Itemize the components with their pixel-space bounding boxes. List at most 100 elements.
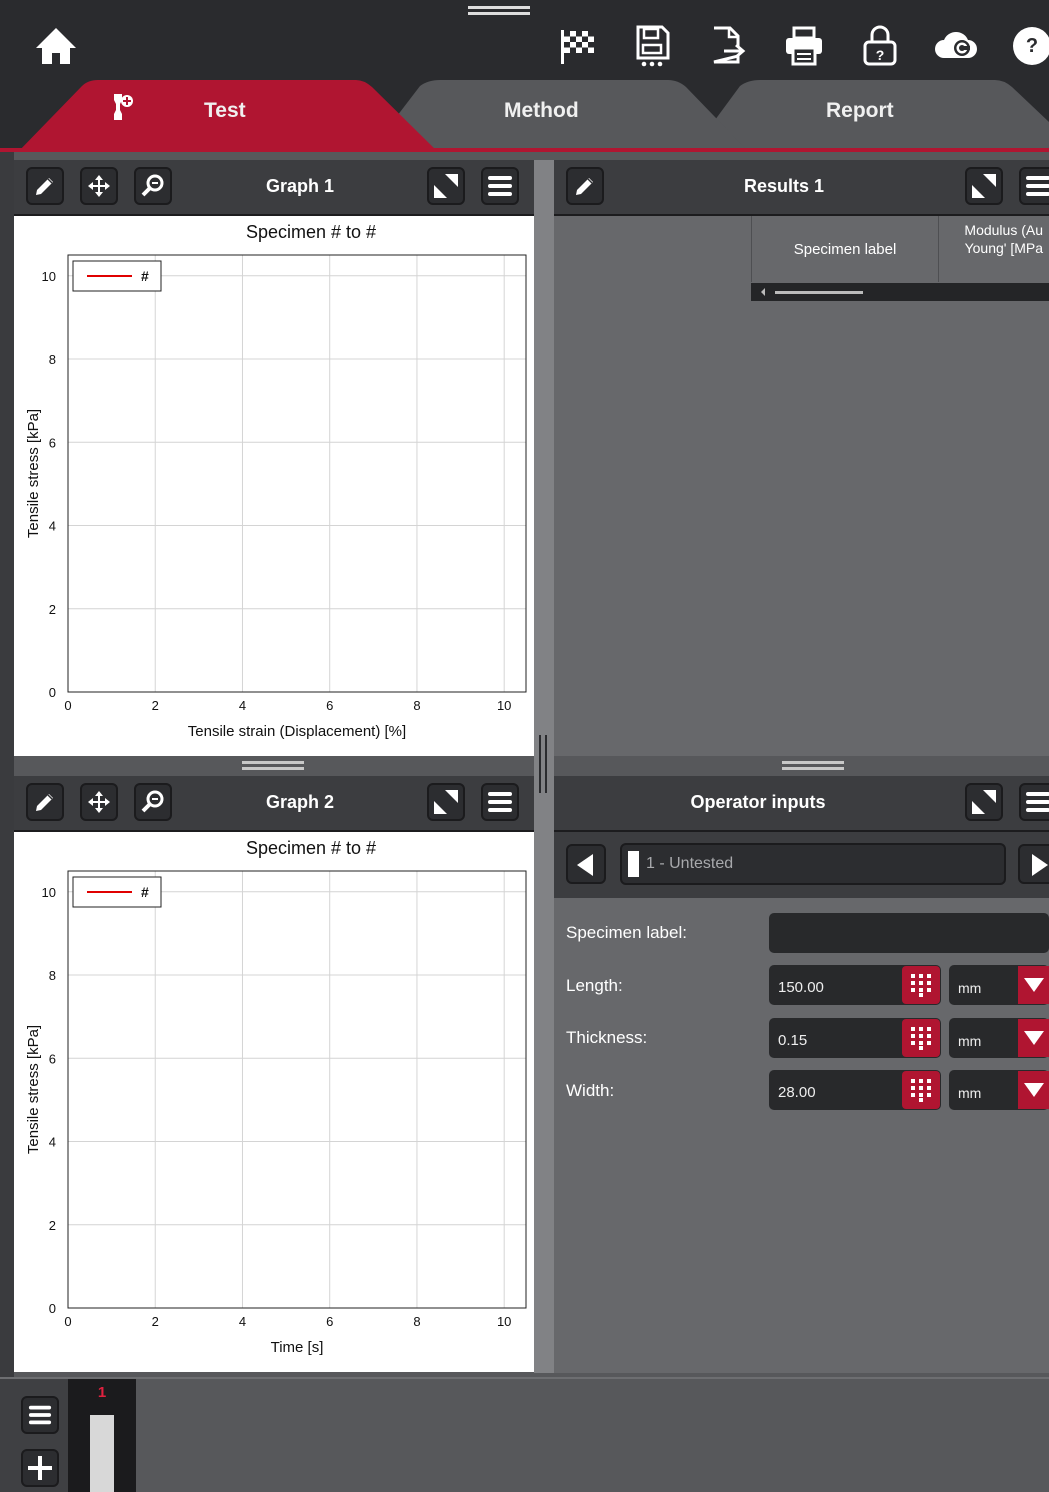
chart-title: Specimen # to # [246, 222, 376, 242]
specimen-progress-bar [90, 1415, 114, 1492]
legend-label: # [141, 884, 149, 900]
help-icon[interactable]: ? [1010, 24, 1049, 68]
length-unit-dropdown-icon[interactable] [1018, 966, 1049, 1004]
keypad-icon [911, 1027, 931, 1050]
operator-header: Operator inputs [554, 776, 1049, 832]
x-tick-label: 8 [413, 698, 420, 713]
graph1-plot-area[interactable]: Specimen # to # 0 2 4 6 8 10 0 2 4 6 8 10 Tensile str… [14, 216, 534, 756]
specimen-strip-menu-button[interactable] [21, 1396, 59, 1434]
graph2-pan-button[interactable] [80, 783, 118, 821]
maximize-icon [434, 790, 458, 814]
legend-label: # [141, 268, 149, 284]
specimen-selector-text: 1 - Untested [646, 855, 734, 872]
hamburger-menu-icon [1026, 176, 1049, 196]
maximize-icon [972, 174, 996, 198]
y-axis-label: Tensile stress [kPa] [25, 409, 42, 538]
results-col-modulus[interactable]: Modulus (Au Young' [MPa [939, 220, 1049, 280]
operator-title: Operator inputs [690, 792, 826, 812]
results-splitter[interactable] [554, 756, 1049, 774]
y-tick-label: 6 [49, 1051, 56, 1066]
operator-maximize-button[interactable] [965, 783, 1003, 821]
zoom-icon [141, 790, 164, 813]
graph2-maximize-button[interactable] [427, 783, 465, 821]
x-tick-label: 10 [497, 1314, 511, 1329]
thickness-unit-dropdown-icon[interactable] [1018, 1019, 1049, 1057]
hamburger-menu-icon [1026, 792, 1049, 812]
operator-menu-button[interactable] [1019, 783, 1049, 821]
graph1-edit-button[interactable] [26, 167, 64, 205]
results-maximize-button[interactable] [965, 167, 1003, 205]
graph1-title: Graph 1 [265, 176, 335, 196]
home-icon[interactable] [34, 24, 78, 68]
graph1-splitter[interactable] [14, 756, 534, 774]
graph2-header: Graph 2 [14, 776, 534, 832]
add-specimen-button[interactable] [21, 1449, 59, 1487]
results-col-blank [554, 216, 750, 282]
plot-frame [67, 254, 527, 693]
hamburger-menu-icon [28, 1405, 52, 1425]
pencil-icon [576, 178, 593, 195]
graph2-chart: Specimen # to # 0 2 4 6 8 10 0 2 4 6 8 10 Time [s] Ten… [25, 838, 527, 1356]
graph1-maximize-button[interactable] [427, 167, 465, 205]
print-icon[interactable] [782, 24, 826, 68]
specimen-label-field[interactable] [769, 913, 1049, 953]
x-tick-label: 2 [152, 698, 159, 713]
x-tick-label: 10 [497, 698, 511, 713]
thickness-label: Thickness: [566, 1028, 648, 1047]
tab-method[interactable]: Method [440, 78, 680, 148]
hamburger-menu-icon [488, 176, 512, 196]
results-hscroll[interactable] [751, 283, 1049, 301]
left-edge-strip [0, 152, 14, 1377]
width-unit-dropdown-icon[interactable] [1018, 1071, 1049, 1109]
y-tick-label: 8 [49, 968, 56, 983]
x-tick-label: 6 [326, 1314, 333, 1329]
plot-frame [67, 870, 527, 1309]
results-menu-button[interactable] [1019, 167, 1049, 205]
graph1-zoom-button[interactable] [134, 167, 172, 205]
tab-test[interactable]: Test [90, 78, 370, 148]
graph1-header: Graph 1 [14, 160, 534, 216]
save-icon[interactable] [630, 24, 674, 68]
thickness-keypad-button[interactable] [902, 1019, 940, 1057]
results-hscroll-thumb[interactable] [775, 291, 863, 294]
finish-flag-icon[interactable] [556, 24, 600, 68]
results-col-specimen-label[interactable]: Specimen label [751, 216, 939, 282]
pencil-icon [36, 178, 53, 195]
move-arrows-icon [88, 791, 110, 813]
graph2-plot-area[interactable]: Specimen # to # 0 2 4 6 8 10 0 2 4 6 8 10 Time [s] Ten… [14, 832, 534, 1372]
results-edit-button[interactable] [566, 167, 604, 205]
specimen-status-marker [628, 851, 639, 877]
graph1-pan-button[interactable] [80, 167, 118, 205]
tab-report-label: Report [826, 99, 894, 122]
tab-report[interactable]: Report [760, 78, 1000, 148]
graph2-edit-button[interactable] [26, 783, 64, 821]
drag-handle[interactable] [468, 6, 530, 18]
graph2-menu-button[interactable] [481, 783, 519, 821]
specimen-strip[interactable]: 1 [68, 1379, 136, 1492]
maximize-icon [434, 174, 458, 198]
x-axis-label: Time [s] [271, 1339, 324, 1356]
cloud-icon[interactable] [934, 24, 978, 68]
graph2-zoom-button[interactable] [134, 783, 172, 821]
specimen-selector[interactable]: 1 - Untested [620, 843, 1006, 885]
length-keypad-button[interactable] [902, 966, 940, 1004]
x-tick-label: 4 [239, 1314, 246, 1329]
scroll-left-arrow-icon[interactable] [761, 288, 765, 296]
results-table-header: Specimen label Modulus (Au Young' [MPa [554, 216, 1049, 282]
bottom-bar [0, 1377, 1049, 1492]
graph1-menu-button[interactable] [481, 167, 519, 205]
results-col-modulus-text: Modulus (Au Young' [MPa [964, 222, 1043, 256]
y-tick-label: 0 [49, 685, 56, 700]
y-axis-label: Tensile stress [kPa] [25, 1025, 42, 1154]
plus-icon [28, 1456, 52, 1480]
vertical-splitter[interactable] [534, 160, 554, 1373]
prev-specimen-button[interactable] [566, 844, 606, 884]
zoom-icon [141, 174, 164, 197]
graph1-chart: Specimen # to # 0 2 4 6 8 10 0 2 4 6 8 10 Tensile str… [25, 222, 527, 740]
width-keypad-button[interactable] [902, 1071, 940, 1109]
lock-icon[interactable]: ? [858, 24, 902, 68]
results-title: Results 1 [743, 176, 825, 196]
y-tick-label: 2 [49, 602, 56, 617]
next-specimen-button[interactable] [1018, 844, 1049, 884]
export-icon[interactable] [706, 24, 750, 68]
